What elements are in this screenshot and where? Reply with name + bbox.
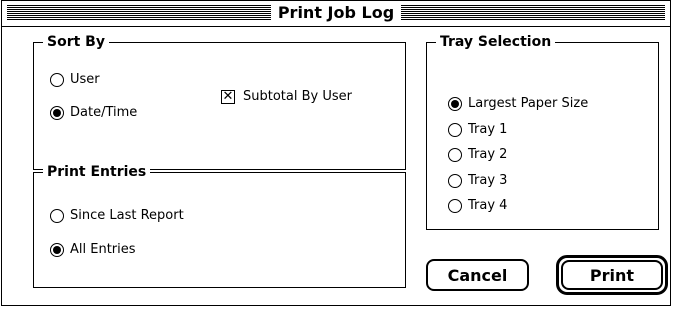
- radio-tray-1-label: Tray 1: [468, 122, 508, 137]
- radio-sort-user-label: User: [70, 72, 100, 87]
- window-title: Print Job Log: [270, 3, 402, 22]
- radio-button[interactable]: [50, 209, 64, 223]
- print-job-log-dialog: Print Job Log Sort By User Date/Time ✕ S…: [1, 0, 671, 306]
- tray-selection-group: Tray Selection Largest Paper Size Tray 1…: [426, 34, 659, 230]
- radio-all-entries-label: All Entries: [70, 242, 136, 257]
- radio-button[interactable]: [448, 123, 462, 137]
- sort-by-group: Sort By User Date/Time ✕ Subtotal By Use…: [33, 34, 406, 170]
- print-entries-label: Print Entries: [43, 164, 151, 180]
- radio-button-selected[interactable]: [448, 97, 462, 111]
- print-entries-group: Print Entries Since Last Report All Entr…: [33, 164, 406, 288]
- radio-button[interactable]: [448, 148, 462, 162]
- radio-button[interactable]: [50, 73, 64, 87]
- radio-button[interactable]: [448, 199, 462, 213]
- radio-button-selected[interactable]: [50, 243, 64, 257]
- radio-sort-date-time-label: Date/Time: [70, 105, 138, 120]
- radio-largest-paper-size-label: Largest Paper Size: [468, 96, 589, 111]
- radio-tray-2[interactable]: Tray 2: [448, 147, 507, 163]
- radio-all-entries[interactable]: All Entries: [50, 242, 136, 258]
- checkbox-checked-icon[interactable]: ✕: [221, 90, 235, 104]
- radio-sort-date-time[interactable]: Date/Time: [50, 105, 137, 121]
- radio-tray-4-label: Tray 4: [468, 198, 508, 213]
- radio-largest-paper-size[interactable]: Largest Paper Size: [448, 96, 588, 112]
- subtotal-by-user-label: Subtotal By User: [243, 89, 352, 104]
- tray-selection-label: Tray Selection: [436, 34, 556, 50]
- cancel-button[interactable]: Cancel: [426, 259, 529, 291]
- radio-tray-3[interactable]: Tray 3: [448, 173, 507, 189]
- radio-tray-2-label: Tray 2: [468, 147, 508, 162]
- radio-button[interactable]: [448, 174, 462, 188]
- sort-by-label: Sort By: [43, 34, 109, 50]
- print-button[interactable]: Print: [561, 260, 663, 290]
- radio-tray-4[interactable]: Tray 4: [448, 198, 507, 214]
- title-bar[interactable]: Print Job Log: [2, 1, 670, 27]
- radio-tray-3-label: Tray 3: [468, 173, 508, 188]
- subtotal-by-user-checkbox[interactable]: ✕ Subtotal By User: [221, 89, 352, 105]
- radio-since-last-report[interactable]: Since Last Report: [50, 208, 184, 224]
- radio-button-selected[interactable]: [50, 106, 64, 120]
- radio-tray-1[interactable]: Tray 1: [448, 122, 507, 138]
- radio-sort-user[interactable]: User: [50, 72, 100, 88]
- radio-since-last-report-label: Since Last Report: [70, 208, 184, 223]
